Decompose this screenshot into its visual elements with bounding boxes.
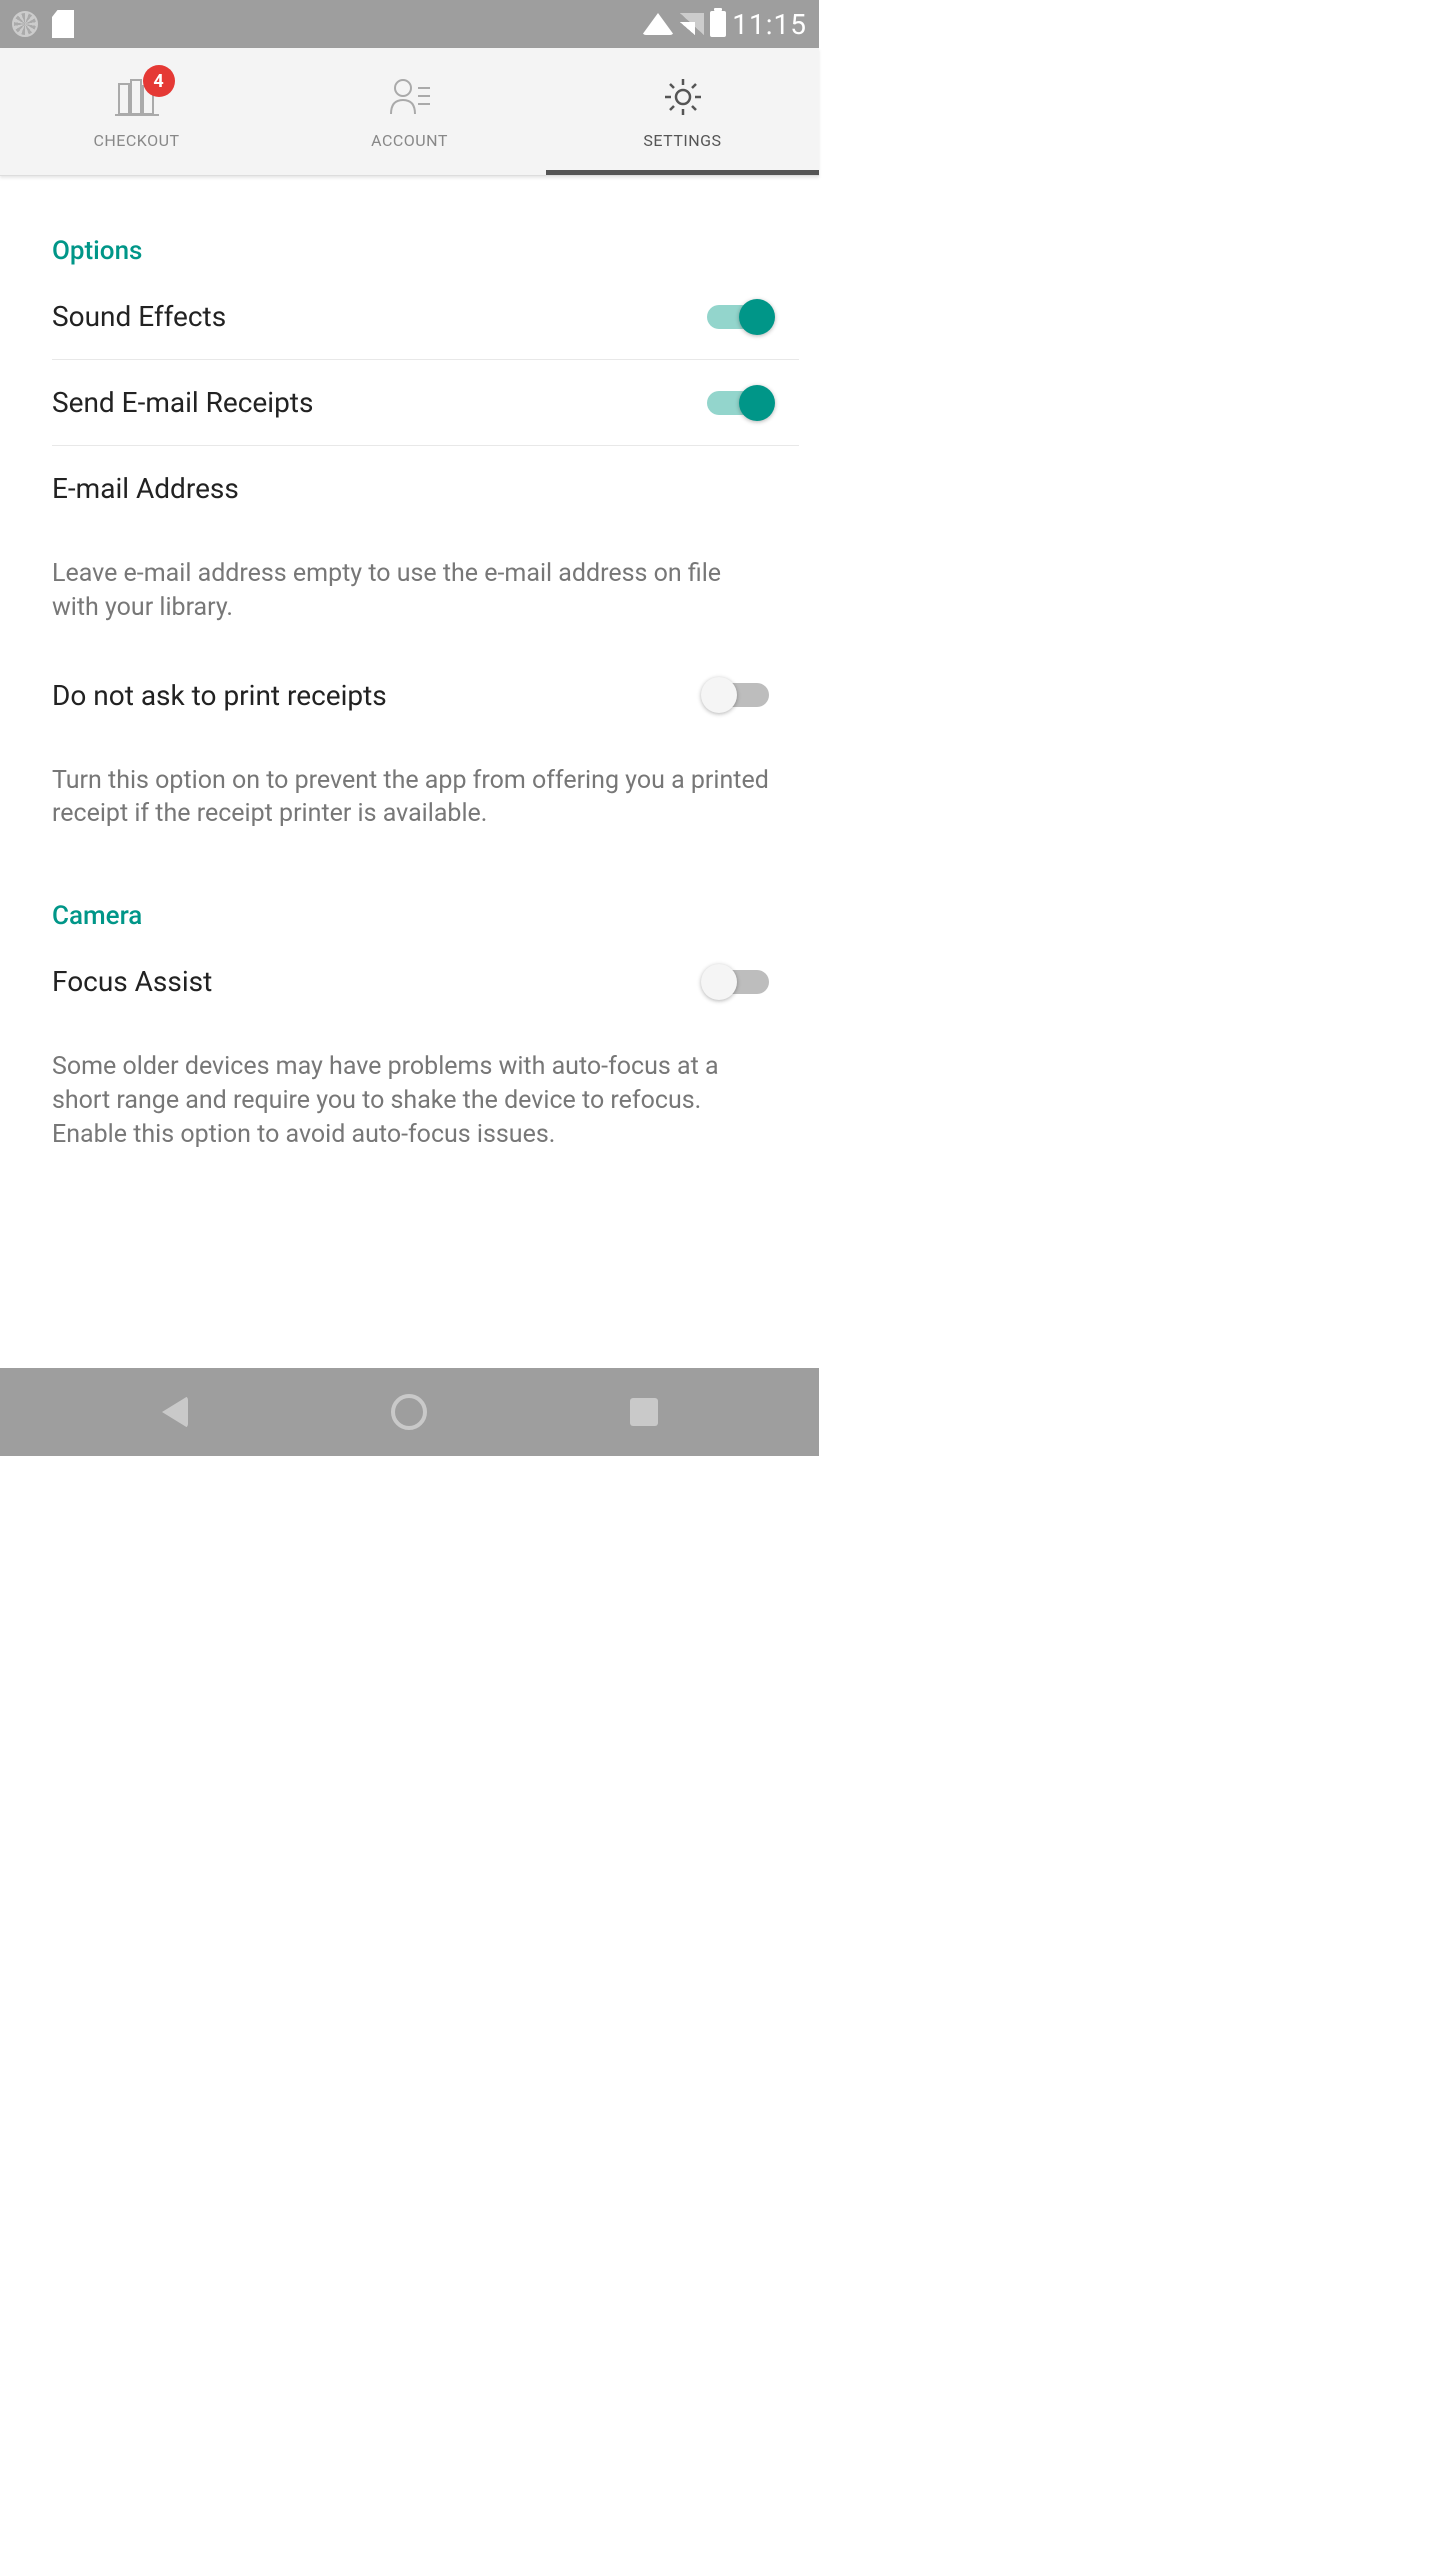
back-button[interactable]: [162, 1396, 188, 1428]
desc-email: Leave e-mail address empty to use the e-…: [52, 531, 799, 635]
books-icon: 4: [113, 73, 161, 121]
toggle-focus-assist[interactable]: [707, 970, 769, 994]
gear-icon: [659, 73, 707, 121]
tab-bar: 4 CHECKOUT ACCOUNT SETTINGS: [0, 48, 819, 176]
toggle-send-receipts[interactable]: [707, 391, 769, 415]
toggle-no-print[interactable]: [707, 683, 769, 707]
label-no-print: Do not ask to print receipts: [52, 679, 387, 712]
desc-focus-assist: Some older devices may have problems wit…: [52, 1024, 799, 1161]
label-send-receipts: Send E-mail Receipts: [52, 386, 313, 419]
tab-label-account: ACCOUNT: [371, 131, 448, 150]
section-title-options: Options: [52, 236, 799, 266]
desc-no-print: Turn this option on to prevent the app f…: [52, 738, 799, 842]
battery-icon: [710, 11, 726, 37]
tab-label-checkout: CHECKOUT: [93, 131, 179, 150]
label-sound-effects: Sound Effects: [52, 300, 226, 333]
row-sound-effects[interactable]: Sound Effects: [52, 274, 799, 360]
toggle-sound-effects[interactable]: [707, 305, 769, 329]
tab-checkout[interactable]: 4 CHECKOUT: [0, 48, 273, 175]
row-send-receipts[interactable]: Send E-mail Receipts: [52, 360, 799, 446]
tab-label-settings: SETTINGS: [643, 131, 721, 150]
sd-card-icon: [52, 10, 74, 38]
recents-button[interactable]: [630, 1398, 658, 1426]
section-title-camera: Camera: [52, 901, 799, 931]
row-focus-assist[interactable]: Focus Assist: [52, 939, 799, 1024]
android-navbar: [0, 1368, 819, 1456]
home-button[interactable]: [391, 1394, 427, 1430]
tab-settings[interactable]: SETTINGS: [546, 48, 819, 175]
label-email-address: E-mail Address: [52, 472, 239, 505]
checkout-badge: 4: [143, 65, 175, 97]
tab-account[interactable]: ACCOUNT: [273, 48, 546, 175]
wifi-icon: [642, 13, 674, 35]
settings-content: Options Sound Effects Send E-mail Receip…: [0, 236, 819, 1181]
loading-icon: [12, 11, 38, 37]
clock-text: 11:15: [732, 8, 807, 41]
status-bar: 11:15: [0, 0, 819, 48]
account-icon: [386, 73, 434, 121]
row-email-address[interactable]: E-mail Address: [52, 446, 799, 531]
signal-icon: [680, 13, 704, 35]
label-focus-assist: Focus Assist: [52, 965, 212, 998]
row-no-print[interactable]: Do not ask to print receipts: [52, 653, 799, 738]
